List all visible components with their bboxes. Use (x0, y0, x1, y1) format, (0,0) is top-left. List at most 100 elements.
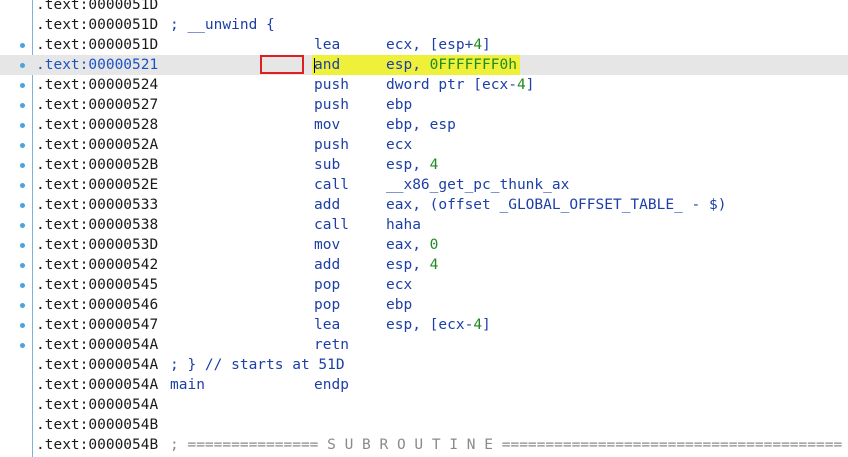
listing-row[interactable]: .text:00000528 mov ebp, esp (0, 115, 848, 135)
listing-row[interactable]: .text:0000054A main endp (0, 375, 848, 395)
instruction-mnemonic[interactable]: mov (314, 115, 340, 135)
listing-row[interactable]: .text:0000054A (0, 395, 848, 415)
address[interactable]: .text:0000054A (36, 335, 158, 355)
instruction-mnemonic[interactable]: endp (314, 375, 349, 395)
instruction-operands[interactable]: eax, (offset _GLOBAL_OFFSET_TABLE_ - $) (386, 195, 726, 215)
listing-row[interactable]: .text:0000052B sub esp, 4 (0, 155, 848, 175)
instruction-mnemonic[interactable]: and (314, 55, 340, 75)
instruction-mnemonic[interactable]: pop (314, 275, 340, 295)
listing-row[interactable]: .text:0000054B (0, 415, 848, 435)
instruction-operands[interactable]: __x86_get_pc_thunk_ax (386, 175, 569, 195)
breakpoint-dot-icon[interactable] (20, 203, 25, 208)
address[interactable]: .text:00000546 (36, 295, 158, 315)
address[interactable]: .text:0000051D (36, 0, 158, 15)
instruction-mnemonic[interactable]: retn (314, 335, 349, 355)
instruction-operands[interactable]: esp, 4 (386, 155, 438, 175)
listing-row[interactable]: .text:0000051D lea ecx, [esp+4] (0, 35, 848, 55)
instruction-mnemonic[interactable]: add (314, 195, 340, 215)
listing-row[interactable]: .text:0000053D mov eax, 0 (0, 235, 848, 255)
address[interactable]: .text:00000521 (36, 55, 158, 75)
address[interactable]: .text:0000052E (36, 175, 158, 195)
instruction-operands[interactable]: ecx (386, 275, 412, 295)
listing-row[interactable]: .text:0000051D (0, 0, 848, 15)
instruction-operands[interactable]: eax, 0 (386, 235, 438, 255)
operand-number: 4 (429, 257, 439, 273)
listing-row[interactable]: .text:00000524 push dword ptr [ecx-4] (0, 75, 848, 95)
listing-row[interactable]: .text:00000547 lea esp, [ecx-4] (0, 315, 848, 335)
breakpoint-dot-icon[interactable] (20, 163, 25, 168)
listing-row[interactable]: .text:00000533 add eax, (offset _GLOBAL_OF… (0, 195, 848, 215)
instruction-mnemonic[interactable]: lea (314, 315, 340, 335)
instruction-operands[interactable]: dword ptr [ecx-4] (386, 75, 534, 95)
instruction-mnemonic[interactable]: call (314, 215, 349, 235)
listing-row[interactable]: .text:0000054A ; } // starts at 51D (0, 355, 848, 375)
instruction-operands[interactable]: ecx, [esp+4] (386, 35, 491, 55)
address[interactable]: .text:00000528 (36, 115, 158, 135)
address[interactable]: .text:0000052A (36, 135, 158, 155)
instruction-mnemonic[interactable]: pop (314, 295, 340, 315)
listing-row[interactable]: .text:0000052A push ecx (0, 135, 848, 155)
breakpoint-dot-icon[interactable] (20, 83, 25, 88)
breakpoint-dot-icon[interactable] (20, 223, 25, 228)
address[interactable]: .text:00000527 (36, 95, 158, 115)
address[interactable]: .text:0000052B (36, 155, 158, 175)
instruction-operands[interactable]: esp, 4 (386, 255, 438, 275)
address[interactable]: .text:00000545 (36, 275, 158, 295)
instruction-mnemonic[interactable]: push (314, 95, 349, 115)
listing-row[interactable]: .text:0000051D ; __unwind { (0, 15, 848, 35)
listing-row[interactable]: .text:0000052E call __x86_get_pc_thunk_ax (0, 175, 848, 195)
address[interactable]: .text:0000054A (36, 395, 158, 415)
instruction-operands[interactable]: haha (386, 215, 421, 235)
breakpoint-dot-icon[interactable] (20, 143, 25, 148)
address[interactable]: .text:0000053D (36, 235, 158, 255)
breakpoint-dot-icon[interactable] (20, 303, 25, 308)
listing-row[interactable]: .text:00000546 pop ebp (0, 295, 848, 315)
function-label[interactable]: main (170, 375, 205, 395)
breakpoint-dot-icon[interactable] (20, 323, 25, 328)
breakpoint-dot-icon[interactable] (20, 263, 25, 268)
address[interactable]: .text:00000542 (36, 255, 158, 275)
breakpoint-dot-icon[interactable] (20, 63, 25, 68)
instruction-mnemonic[interactable]: call (314, 175, 349, 195)
address[interactable]: .text:00000533 (36, 195, 158, 215)
listing-row[interactable]: .text:0000054A retn (0, 335, 848, 355)
listing-row-current[interactable]: .text:00000521 and esp, 0FFFFFFF0h (0, 55, 848, 75)
breakpoint-dot-icon[interactable] (20, 243, 25, 248)
listing-row[interactable]: .text:0000054B ; =============== S U B R … (0, 435, 848, 455)
address[interactable]: .text:00000547 (36, 315, 158, 335)
address[interactable]: .text:0000054B (36, 415, 158, 435)
instruction-mnemonic[interactable]: sub (314, 155, 340, 175)
operand-text: haha (386, 217, 421, 233)
address[interactable]: .text:0000054A (36, 355, 158, 375)
instruction-operands[interactable]: ebp (386, 295, 412, 315)
address[interactable]: .text:0000054B (36, 435, 158, 455)
listing-row[interactable]: .text:00000538 call haha (0, 215, 848, 235)
instruction-mnemonic[interactable]: mov (314, 235, 340, 255)
address[interactable]: .text:0000051D (36, 15, 158, 35)
breakpoint-dot-icon[interactable] (20, 43, 25, 48)
breakpoint-dot-icon[interactable] (20, 103, 25, 108)
address[interactable]: .text:0000051D (36, 35, 158, 55)
instruction-mnemonic[interactable]: push (314, 75, 349, 95)
operand-text: __x86_get_pc_thunk_ax (386, 177, 570, 193)
instruction-operands[interactable]: ecx (386, 135, 412, 155)
breakpoint-dot-icon[interactable] (20, 123, 25, 128)
instruction-mnemonic[interactable]: lea (314, 35, 340, 55)
instruction-mnemonic[interactable]: push (314, 135, 349, 155)
instruction-operands[interactable]: ebp, esp (386, 115, 456, 135)
disassembly-listing[interactable]: .text:0000051D .text:0000051D; __unwind {… (0, 0, 848, 455)
breakpoint-dot-icon[interactable] (20, 283, 25, 288)
address[interactable]: .text:0000054A (36, 375, 158, 395)
breakpoint-dot-icon[interactable] (20, 343, 25, 348)
instruction-operands[interactable]: esp, [ecx-4] (386, 315, 491, 335)
instruction-operands[interactable]: esp, 0FFFFFFF0h (386, 55, 517, 75)
listing-row[interactable]: .text:00000545 pop ecx (0, 275, 848, 295)
listing-row[interactable]: .text:00000542 add esp, 4 (0, 255, 848, 275)
listing-row[interactable]: .text:00000527 push ebp (0, 95, 848, 115)
address[interactable]: .text:00000524 (36, 75, 158, 95)
operand-text: ecx (386, 277, 413, 293)
instruction-operands[interactable]: ebp (386, 95, 412, 115)
breakpoint-dot-icon[interactable] (20, 183, 25, 188)
instruction-mnemonic[interactable]: add (314, 255, 340, 275)
address[interactable]: .text:00000538 (36, 215, 158, 235)
